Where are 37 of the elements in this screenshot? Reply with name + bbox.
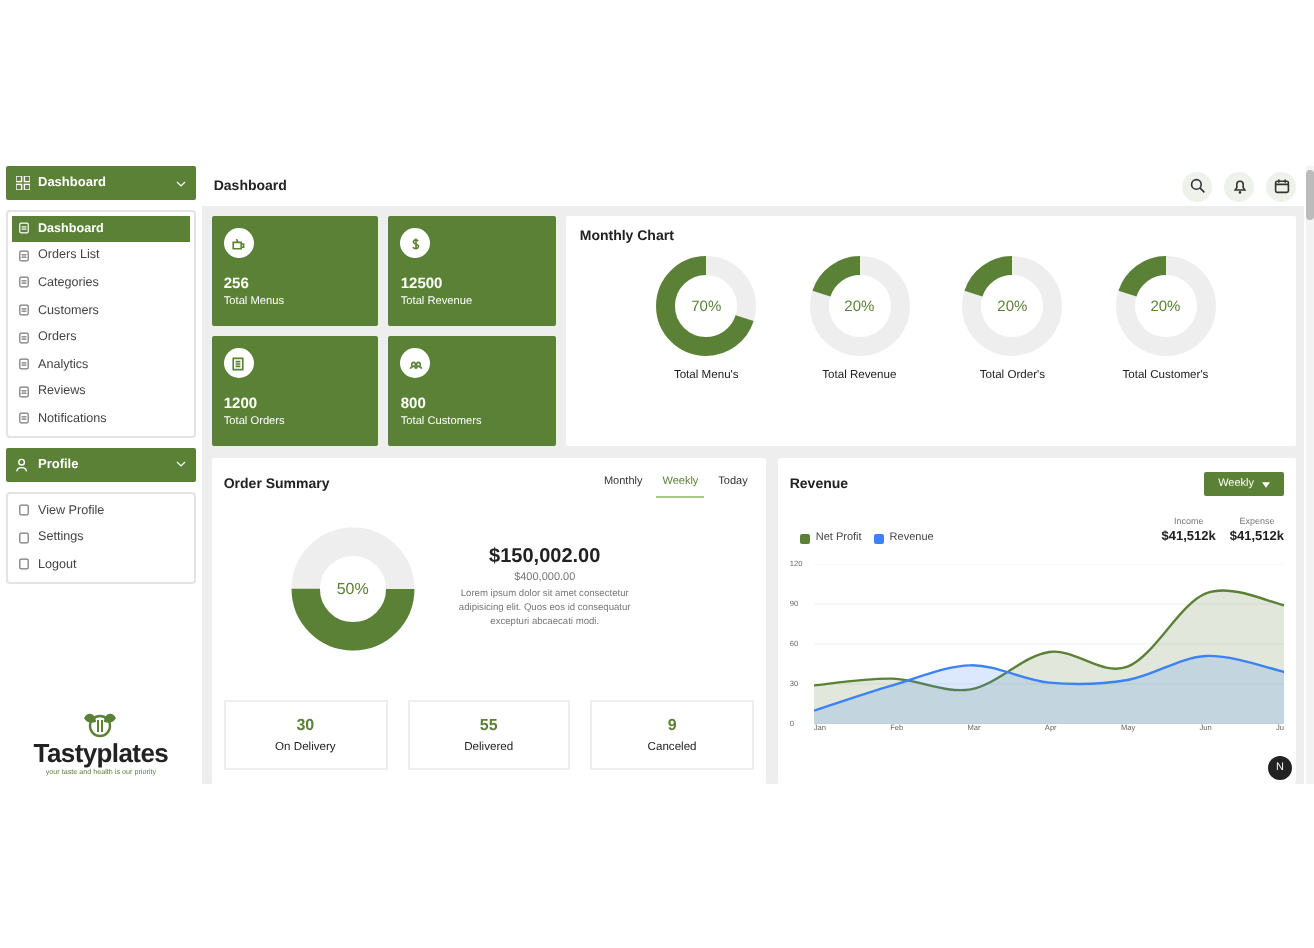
caret-icon bbox=[1262, 481, 1271, 487]
page-icon bbox=[18, 558, 30, 571]
list-icon bbox=[18, 331, 30, 344]
page-icon bbox=[18, 504, 30, 517]
list-icon bbox=[18, 385, 30, 398]
search-button[interactable] bbox=[1182, 171, 1213, 201]
user-icon bbox=[16, 457, 30, 472]
count-value: 30 bbox=[296, 716, 315, 734]
people-icon bbox=[400, 348, 431, 378]
list-icon bbox=[18, 222, 30, 235]
donut-chart bbox=[958, 252, 1067, 360]
bell-button[interactable] bbox=[1224, 171, 1255, 201]
list-icon bbox=[18, 304, 30, 317]
leaf-fork-icon bbox=[80, 710, 121, 738]
page-icon bbox=[18, 531, 30, 544]
grid-icon bbox=[16, 176, 30, 190]
logo-name: Tastyplates bbox=[33, 738, 169, 768]
chevron-icon bbox=[175, 460, 186, 469]
list-icon bbox=[18, 358, 30, 371]
donut-percentage: 50% bbox=[336, 581, 369, 597]
search-icon bbox=[1189, 178, 1206, 194]
dollar-icon bbox=[400, 228, 431, 258]
calendar-icon bbox=[1273, 178, 1290, 194]
donut-chart bbox=[289, 526, 416, 652]
bell-icon bbox=[1231, 178, 1248, 194]
count-value: 55 bbox=[479, 716, 498, 734]
amount: $150,002.00 bbox=[489, 546, 601, 569]
list-icon bbox=[18, 276, 30, 289]
donut-chart bbox=[1111, 252, 1220, 360]
count-value: 9 bbox=[667, 716, 677, 734]
list-icon bbox=[18, 412, 30, 425]
calendar-button[interactable] bbox=[1266, 171, 1297, 201]
receipt-icon bbox=[223, 348, 254, 378]
list-icon bbox=[18, 249, 30, 262]
donut-chart bbox=[805, 252, 914, 360]
donut-chart bbox=[652, 252, 761, 360]
chevron-icon bbox=[175, 179, 186, 187]
